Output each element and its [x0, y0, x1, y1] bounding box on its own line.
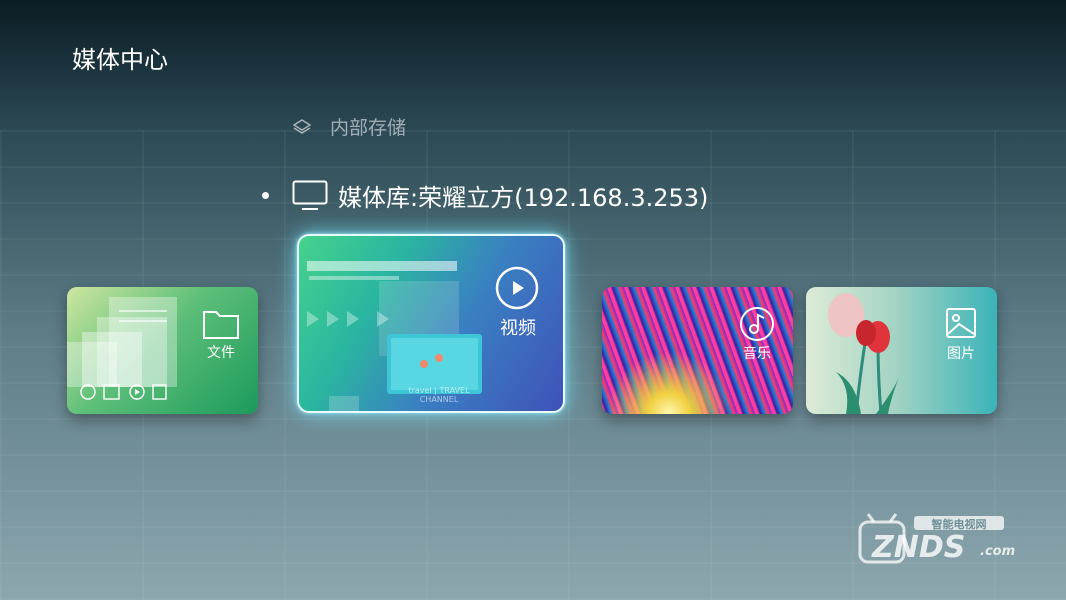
selected-indicator	[262, 192, 269, 199]
watermark-suffix: .com	[980, 544, 1016, 559]
category-label: 图片	[947, 346, 975, 362]
file-type-icons	[80, 384, 167, 400]
category-label: 文件	[207, 345, 235, 361]
folder-icon	[203, 311, 239, 339]
monitor-icon	[292, 180, 328, 210]
category-label: 视频	[500, 318, 536, 339]
category-label: 音乐	[743, 346, 771, 362]
category-card-video[interactable]: travel | TRAVEL CHANNEL 视频	[297, 234, 565, 413]
source-internal-storage[interactable]: 内部存储	[292, 113, 406, 140]
video-preview-caption: travel | TRAVEL CHANNEL	[408, 386, 470, 404]
source-media-library[interactable]: 媒体库:荣耀立方(192.168.3.253)	[262, 178, 708, 213]
layers-icon	[292, 118, 312, 134]
category-card-music[interactable]: 音乐	[602, 287, 793, 414]
source-label: 内部存储	[330, 117, 407, 139]
source-label: 媒体库:荣耀立方(192.168.3.253)	[338, 184, 709, 212]
watermark-brand: ZNDS	[872, 530, 966, 565]
image-icon	[946, 308, 976, 338]
music-note-icon	[740, 307, 774, 341]
page-title: 媒体中心	[72, 46, 168, 74]
category-card-pictures[interactable]: 图片	[806, 287, 997, 414]
play-circle-icon	[495, 266, 539, 310]
category-card-files[interactable]: 文件	[67, 287, 258, 414]
znds-watermark: 智能电视网 ZNDS .com	[856, 512, 1026, 568]
